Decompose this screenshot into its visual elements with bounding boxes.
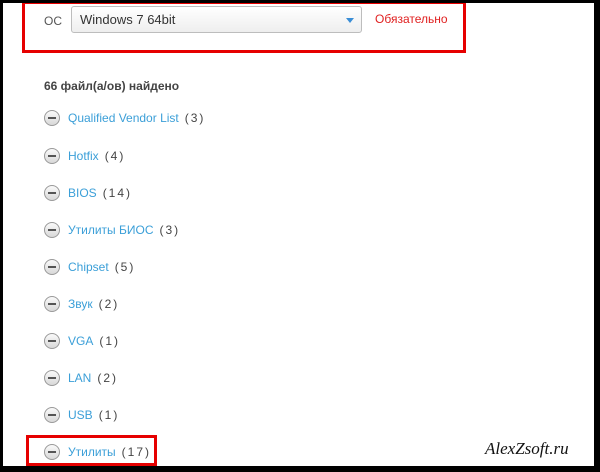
os-select[interactable]: Windows 7 64bit	[71, 6, 362, 33]
collapse-icon[interactable]	[44, 148, 60, 164]
category-label[interactable]: LAN	[68, 371, 91, 385]
collapse-icon[interactable]	[44, 296, 60, 312]
os-select-value: Windows 7 64bit	[80, 12, 176, 27]
collapse-icon[interactable]	[44, 333, 60, 349]
category-label[interactable]: USB	[68, 408, 93, 422]
collapse-icon[interactable]	[44, 259, 60, 275]
category-label[interactable]: Утилиты БИОС	[68, 223, 153, 237]
category-label[interactable]: Hotfix	[68, 149, 99, 163]
category-label[interactable]: BIOS	[68, 186, 97, 200]
category-item-bios[interactable]: BIOS (14)	[44, 183, 132, 203]
collapse-icon[interactable]	[44, 370, 60, 386]
category-item-qvl[interactable]: Qualified Vendor List (3)	[44, 108, 205, 128]
category-item-lan[interactable]: LAN (2)	[44, 368, 118, 388]
watermark: AlexZsoft.ru	[485, 439, 569, 458]
category-label[interactable]: Qualified Vendor List	[68, 111, 179, 125]
results-count: 66 файл(а/ов) найдено	[44, 79, 180, 93]
category-label[interactable]: Звук	[68, 297, 93, 311]
category-item-usb[interactable]: USB (1)	[44, 405, 119, 425]
category-item-audio[interactable]: Звук (2)	[44, 294, 119, 314]
chevron-down-icon[interactable]	[346, 18, 354, 23]
os-label: ОС	[44, 14, 62, 28]
category-count: (3)	[184, 111, 206, 125]
category-item-chipset[interactable]: Chipset (5)	[44, 257, 135, 277]
category-label[interactable]: Chipset	[68, 260, 109, 274]
category-count: (4)	[104, 149, 126, 163]
category-item-hotfix[interactable]: Hotfix (4)	[44, 146, 125, 166]
required-note: Обязательно	[375, 12, 448, 26]
collapse-icon[interactable]	[44, 185, 60, 201]
category-item-bios-utilities[interactable]: Утилиты БИОС (3)	[44, 220, 180, 240]
category-count: (1)	[99, 334, 121, 348]
category-count: (2)	[97, 371, 119, 385]
category-count: (5)	[114, 260, 136, 274]
collapse-icon[interactable]	[44, 110, 60, 126]
category-count: (3)	[159, 223, 181, 237]
collapse-icon[interactable]	[44, 407, 60, 423]
category-item-vga[interactable]: VGA (1)	[44, 331, 120, 351]
category-count: (14)	[102, 186, 133, 200]
utilities-highlight-box	[26, 435, 157, 466]
category-count: (1)	[98, 408, 120, 422]
category-label[interactable]: VGA	[68, 334, 93, 348]
collapse-icon[interactable]	[44, 222, 60, 238]
category-count: (2)	[98, 297, 120, 311]
